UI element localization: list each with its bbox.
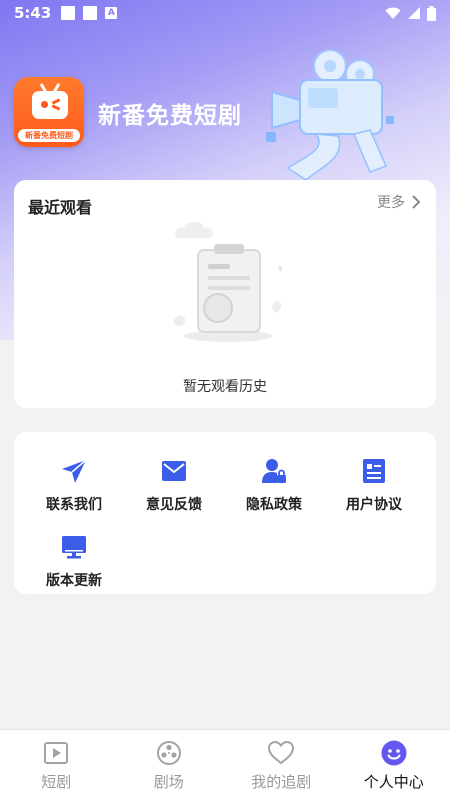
tab-label: 短剧 xyxy=(41,773,72,791)
notification-icon xyxy=(83,6,98,20)
recent-watch-card: 最近观看 更多 暂无观看历史 xyxy=(14,180,436,408)
menu-label: 意见反馈 xyxy=(146,497,202,513)
tab-label: 剧场 xyxy=(153,773,184,791)
menu-label: 联系我们 xyxy=(46,497,102,513)
notification-icon xyxy=(61,6,76,20)
film-reel-icon xyxy=(156,741,181,765)
more-label: 更多 xyxy=(377,195,405,211)
notification-a-icon: A xyxy=(105,7,118,19)
menu-item-agreement[interactable]: 用户协议 xyxy=(329,458,419,514)
monitor-icon xyxy=(62,536,86,559)
mail-icon xyxy=(162,461,186,481)
service-menu-card: 联系我们 意见反馈 隐私政策 用户协议 版本更新 xyxy=(14,432,436,594)
tab-short-drama[interactable]: 短剧 xyxy=(0,730,113,800)
signal-icon xyxy=(408,7,420,19)
app-name: 新番免费短剧 xyxy=(98,103,242,129)
battery-icon xyxy=(427,5,436,21)
menu-item-feedback[interactable]: 意见反馈 xyxy=(129,458,219,514)
movie-camera-illustration xyxy=(266,49,394,181)
send-icon xyxy=(62,459,87,483)
more-link[interactable]: 更多 xyxy=(377,192,420,212)
status-time: 5:43 xyxy=(14,4,52,22)
status-bar: 5:43 A xyxy=(0,0,450,26)
recent-watch-title: 最近观看 xyxy=(28,198,93,217)
wifi-icon xyxy=(385,7,401,19)
menu-item-privacy[interactable]: 隐私政策 xyxy=(229,458,319,514)
empty-history-illustration xyxy=(173,222,283,342)
app-logo: 新番免费短剧 xyxy=(14,77,84,147)
chevron-right-icon xyxy=(412,195,420,209)
tv-icon xyxy=(32,82,68,119)
tab-my-follow[interactable]: 我的追剧 xyxy=(225,730,338,800)
menu-label: 隐私政策 xyxy=(246,497,302,513)
empty-history-text: 暂无观看历史 xyxy=(183,379,267,395)
menu-item-update[interactable]: 版本更新 xyxy=(29,534,119,590)
tab-label: 个人中心 xyxy=(363,773,424,791)
logo-caption: 新番免费短剧 xyxy=(18,129,80,142)
user-lock-icon xyxy=(262,459,286,483)
tab-label: 我的追剧 xyxy=(251,773,312,791)
tab-profile[interactable]: 个人中心 xyxy=(338,730,450,800)
bottom-tab-bar: 短剧 剧场 我的追剧 个人中心 xyxy=(0,729,450,800)
play-square-icon xyxy=(44,742,69,764)
smiley-icon xyxy=(381,740,407,766)
document-icon xyxy=(363,459,385,483)
menu-label: 用户协议 xyxy=(346,497,402,513)
heart-icon xyxy=(268,740,295,765)
menu-label: 版本更新 xyxy=(46,573,102,589)
menu-item-contact[interactable]: 联系我们 xyxy=(29,458,119,514)
tab-theater[interactable]: 剧场 xyxy=(113,730,226,800)
